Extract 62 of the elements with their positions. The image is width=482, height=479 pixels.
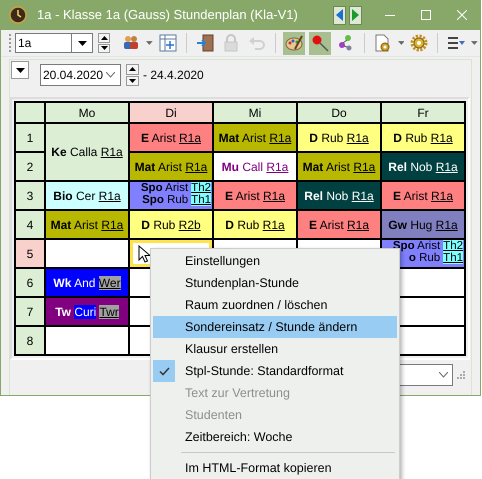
- subject-label: Tw: [55, 304, 71, 318]
- period-header: 5: [16, 240, 44, 267]
- subject-label: Spo: [142, 194, 164, 206]
- teacher-name: Arist: [417, 240, 440, 252]
- subject-label: E: [224, 188, 233, 202]
- subject-label: Bio: [53, 188, 73, 202]
- subject-label: D: [141, 218, 150, 232]
- subject-label: Spo: [140, 182, 163, 194]
- subject-label: Mat: [302, 160, 324, 174]
- teacher-name: Arist: [326, 160, 350, 174]
- subject-label: Rel: [304, 188, 323, 202]
- teacher-name: Rub: [167, 194, 188, 206]
- subject-label: E: [140, 130, 149, 144]
- teacher-name: Rub: [419, 252, 440, 264]
- teacher-name: Rub: [321, 130, 344, 144]
- subject-label: D: [225, 218, 234, 232]
- day-header: Di: [130, 103, 212, 122]
- subject-label: Wk: [53, 276, 72, 290]
- teacher-name: Cer: [76, 188, 96, 202]
- teacher-name: Nob: [326, 188, 348, 202]
- day-header: Fr: [382, 103, 464, 122]
- period-header: 6: [16, 269, 44, 296]
- teacher-name: Arist: [236, 188, 260, 202]
- subject-label: D: [309, 130, 318, 144]
- teacher-name: Arist: [74, 218, 98, 232]
- subject-label: Mat: [134, 160, 156, 174]
- teacher-name: Rub: [153, 218, 176, 232]
- teacher-name: Nob: [410, 160, 432, 174]
- period-header: 4: [16, 211, 44, 238]
- teacher-name: Curi: [74, 304, 96, 318]
- subject-label: Mat: [218, 130, 240, 144]
- teacher-name: And: [74, 276, 96, 290]
- teacher-name: Calla: [70, 145, 98, 159]
- teacher-name: Hug: [410, 218, 432, 232]
- period-header: 1: [16, 124, 44, 151]
- day-header: Mi: [214, 103, 296, 122]
- teacher-name: Rub: [405, 130, 428, 144]
- teacher-name: Arist: [404, 188, 428, 202]
- teacher-name: Call: [242, 160, 263, 174]
- teacher-name: Arist: [158, 160, 182, 174]
- subject-label: D: [393, 130, 402, 144]
- teacher-name: Rub: [237, 218, 260, 232]
- teacher-name: Arist: [152, 130, 176, 144]
- teacher-name: Arist: [320, 218, 344, 232]
- window-title: 1a - Klasse 1a (Gauss) Stundenplan (Kla-V1): [37, 6, 298, 24]
- teacher-name: Arist: [242, 130, 266, 144]
- subject-label: Rel: [388, 160, 407, 174]
- period-header: 7: [16, 298, 44, 325]
- subject-label: o: [408, 252, 416, 264]
- day-header: Do: [298, 103, 380, 122]
- teacher-name: Arist: [165, 182, 188, 194]
- subject-label: Ke: [51, 145, 67, 159]
- subject-label: E: [392, 188, 401, 202]
- day-header: Mo: [46, 103, 128, 122]
- period-header: 3: [16, 182, 44, 209]
- period-header: 2: [16, 153, 44, 180]
- subject-label: Mu: [222, 160, 239, 174]
- subject-label: Mat: [50, 218, 72, 232]
- subject-label: Gw: [388, 218, 407, 232]
- subject-label: E: [308, 218, 317, 232]
- period-header: 8: [16, 327, 44, 354]
- date-range-end: - 24.4.2020: [143, 67, 204, 84]
